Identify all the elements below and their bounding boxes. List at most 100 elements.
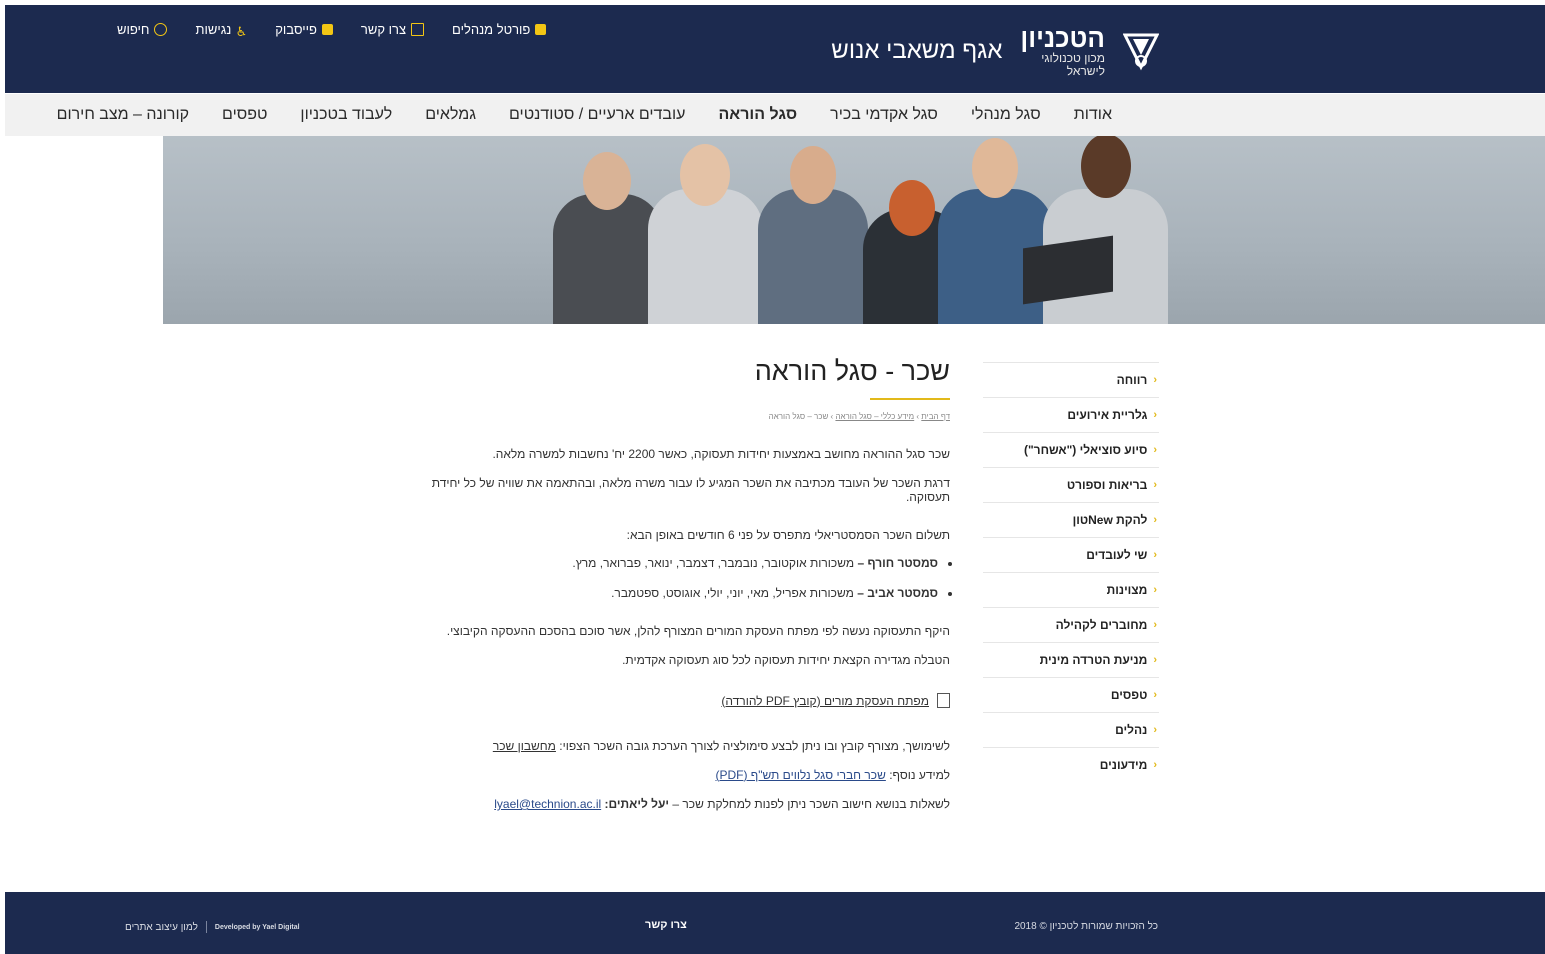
chevron-icon: ‹ (1153, 479, 1157, 491)
main-nav: אודות סגל מנהלי סגל אקדמי בכיר סגל הוראה… (5, 94, 1545, 136)
salary-calculator-link[interactable]: מחשבון שכר (493, 739, 556, 753)
contact-link[interactable]: צרו קשר (361, 19, 425, 39)
breadcrumb-home[interactable]: דף הבית (921, 412, 950, 421)
breadcrumb: דף הבית › מידע כללי – סגל הוראה › שכר – … (410, 412, 950, 421)
contact-name: יעל ליאתים: (604, 797, 670, 811)
list-item: סמסטר אביב – משכורות אפריל, מאי, יוני, י… (410, 586, 938, 600)
hero-person (758, 136, 868, 324)
page-title: שכר - סגל הוראה (754, 356, 950, 386)
chevron-icon: ‹ (1153, 689, 1157, 701)
mail-icon (411, 22, 425, 36)
paragraph-more-info: למידע נוסף: שכר חברי סגל נלווים תש"ף (PD… (410, 768, 950, 782)
sidebar-item-harassment-prevention[interactable]: ‹ מניעת הטרדה מינית (983, 643, 1159, 678)
paragraph-grade: דרגת השכר של העובד מכתיבה את השכר המגיע … (431, 476, 950, 504)
sidebar-item-excellence[interactable]: ‹ מצוינות (983, 573, 1159, 608)
search-link[interactable]: חיפוש (117, 19, 168, 39)
sidebar-item-community[interactable]: ‹ מחוברים לקהילה (983, 608, 1159, 643)
bullet-bold: סמסטר אביב – (857, 586, 938, 600)
contact-email-link[interactable]: lyael@technion.ac.il (494, 797, 601, 811)
sidebar-item-employee-gifts[interactable]: ‹ שי לעובדים (983, 538, 1159, 573)
chevron-icon: ‹ (1153, 374, 1157, 386)
search-icon (154, 22, 168, 36)
nav-item-admin-staff[interactable]: סגל מנהלי (971, 106, 1041, 124)
sidebar-item-newsletters[interactable]: ‹ מידעונים (983, 748, 1159, 782)
sidebar-item-event-gallery[interactable]: ‹ גלריית אירועים (983, 398, 1159, 433)
credit-divider (205, 921, 207, 933)
sidebar-item-label: טפסים (1110, 688, 1148, 702)
sidebar-item-label: שי לעובדים (1086, 548, 1148, 562)
portal-link[interactable]: פורטל מנהלים (452, 19, 547, 39)
utility-links: פורטל מנהלים צרו קשר פייסבוק ♿ נגישות חי… (117, 19, 547, 39)
hero-person (1023, 136, 1168, 324)
chevron-icon: ‹ (1153, 514, 1157, 526)
nav-item-forms[interactable]: טפסים (222, 106, 267, 124)
sidebar: ‹ רווחה ‹ גלריית אירועים ‹ סיוע סוציאלי ("א… (983, 362, 1159, 782)
sidebar-item-newton-band[interactable]: ‹ להקת Newטון (983, 503, 1159, 538)
nav-item-senior-faculty[interactable]: סגל אקדמי בכיר (830, 106, 938, 124)
nav-item-corona[interactable]: קורונה – מצב חירום (57, 106, 189, 124)
paragraph-table: הטבלה מגדירה הקצאת יחידות תעסוקה לכל סוג… (622, 653, 950, 667)
sidebar-item-label: סיוע סוציאלי ("אשחר") (1023, 443, 1148, 457)
accessibility-icon: ♿ (235, 23, 248, 39)
chevron-icon: ‹ (1153, 409, 1157, 421)
chevron-icon: ‹ (1153, 724, 1157, 736)
sidebar-item-social-support[interactable]: ‹ סיוע סוציאלי ("אשחר") (983, 433, 1159, 468)
facebook-link[interactable]: פייסבוק (275, 19, 333, 39)
sidebar-item-label: גלריית אירועים (1067, 408, 1148, 422)
portal-link-label: פורטל מנהלים (452, 21, 531, 37)
brand[interactable]: הטכניון מכון טכנולוגי לישראל אגף משאבי א… (831, 21, 1159, 81)
sidebar-item-label: מצוינות (1106, 583, 1148, 597)
footer-contact-link[interactable]: צרו קשר (645, 919, 687, 931)
sidebar-item-forms[interactable]: ‹ טפסים (983, 678, 1159, 713)
paragraph-contact: לשאלות בנושא חישוב השכר ניתן לפנות למחלק… (410, 797, 950, 811)
technion-logo-icon (1123, 31, 1159, 71)
department-name: אגף משאבי אנוש (831, 37, 1003, 64)
brand-sub1: מכון טכנולוגי (1041, 51, 1105, 66)
sidebar-item-label: מניעת הטרדה מינית (1039, 653, 1148, 667)
bullet-bold: סמסטר חורף – (857, 556, 938, 570)
nav-item-work-at-technion[interactable]: לעבוד בטכניון (300, 106, 392, 124)
bullet-text: משכורות אוקטובר, נובמבר, דצמבר, ינואר, פ… (572, 556, 858, 570)
copyright: כל הזכויות שמורות לטכניון © 2018 (1014, 921, 1158, 932)
hero-person (648, 136, 763, 324)
developer-credits: למון עיצוב אתרים Developed by Yael Digit… (125, 921, 300, 933)
sidebar-item-welfare[interactable]: ‹ רווחה (983, 363, 1159, 398)
nav-item-about[interactable]: אודות (1074, 106, 1112, 124)
pdf-link[interactable]: מפתח העסקת מורים (קובץ PDF להורדה) (721, 694, 929, 708)
list-item: סמסטר חורף – משכורות אוקטובר, נובמבר, דצ… (410, 556, 938, 570)
nav-item-teaching-staff[interactable]: סגל הוראה (718, 106, 797, 124)
sidebar-item-label: רווחה (1116, 373, 1148, 387)
portal-icon (535, 23, 547, 35)
title-underline (870, 398, 950, 400)
main-content: שכר - סגל הוראה דף הבית › מידע כללי – סג… (410, 356, 950, 811)
developer-credit[interactable]: Developed by Yael Digital (215, 924, 300, 931)
top-header: הטכניון מכון טכנולוגי לישראל אגף משאבי א… (5, 5, 1545, 93)
chevron-icon: ‹ (1153, 549, 1157, 561)
facebook-icon (321, 23, 333, 35)
accessibility-link[interactable]: ♿ נגישות (195, 19, 247, 39)
breadcrumb-parent[interactable]: מידע כללי – סגל הוראה (835, 412, 914, 421)
nav-item-retirees[interactable]: גמלאים (425, 106, 476, 124)
sidebar-item-health-sport[interactable]: ‹ בריאות וספורט (983, 468, 1159, 503)
paragraph-units: שכר סגל ההוראה מחושב באמצעות יחידות תעסו… (492, 447, 950, 461)
brand-text: הטכניון מכון טכנולוגי לישראל (1020, 22, 1105, 77)
chevron-icon: ‹ (1153, 759, 1157, 771)
contact-text: לשאלות בנושא חישוב השכר ניתן לפנות למחלק… (669, 797, 950, 811)
studio-credit[interactable]: למון עיצוב אתרים (125, 922, 198, 933)
pdf-download[interactable]: מפתח העסקת מורים (קובץ PDF להורדה) (721, 693, 950, 708)
nav-item-temporary-students[interactable]: עובדים ארעיים / סטודנטים (509, 106, 685, 124)
calculator-text: לשימושך, מצורף קובץ ובו ניתן לבצע סימולצ… (555, 739, 950, 753)
sidebar-item-procedures[interactable]: ‹ נהלים (983, 713, 1159, 748)
hero-person (553, 136, 663, 324)
paragraph-calculator: לשימושך, מצורף קובץ ובו ניתן לבצע סימולצ… (410, 739, 950, 753)
hero-image (163, 136, 1545, 324)
sidebar-item-label: נהלים (1115, 723, 1148, 737)
search-link-label: חיפוש (117, 21, 150, 37)
chevron-icon: ‹ (1153, 444, 1157, 456)
semester-list: סמסטר חורף – משכורות אוקטובר, נובמבר, דצ… (410, 556, 950, 600)
sidebar-item-label: בריאות וספורט (1066, 478, 1148, 492)
brand-name: הטכניון (1020, 22, 1105, 53)
accessibility-link-label: נגישות (195, 21, 232, 37)
associated-staff-pdf-link[interactable]: שכר חברי סגל נלווים תש"ף (PDF) (715, 768, 885, 782)
pdf-icon (937, 693, 950, 708)
